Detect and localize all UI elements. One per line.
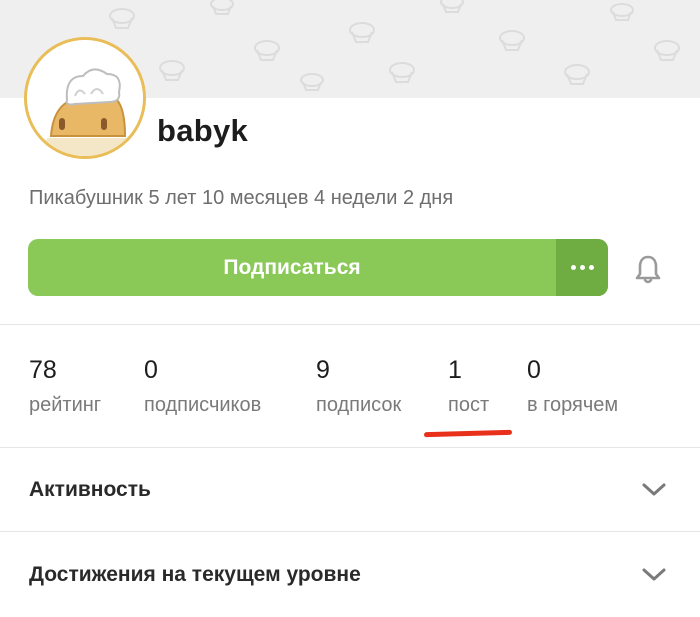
profile-tenure: Пикабушник 5 лет 10 месяцев 4 недели 2 д… <box>29 187 454 209</box>
avatar[interactable] <box>24 37 146 159</box>
stat-subscribers[interactable]: 0 подписчиков <box>144 355 261 417</box>
stat-value: 0 <box>144 356 158 384</box>
section-title: Достижения на текущем уровне <box>29 563 361 586</box>
stat-label: пост <box>448 394 490 416</box>
subscribe-button[interactable]: Подписаться <box>28 239 608 296</box>
stat-label: подписчиков <box>144 394 262 416</box>
stat-label: рейтинг <box>29 394 102 416</box>
more-options-button[interactable] <box>556 239 608 296</box>
subscribe-button-label: Подписаться <box>223 256 361 279</box>
chef-muffin-avatar <box>27 40 143 156</box>
bell-icon[interactable] <box>632 253 664 285</box>
chevron-down-icon <box>642 568 666 581</box>
stat-posts[interactable]: 1 пост <box>448 355 489 417</box>
stat-value: 1 <box>448 356 462 384</box>
stat-value: 9 <box>316 356 330 384</box>
stat-value: 78 <box>29 356 57 384</box>
section-achievements[interactable]: Достижения на текущем уровне <box>0 532 700 617</box>
more-dots-icon <box>588 265 594 270</box>
stat-rating[interactable]: 78 рейтинг <box>29 355 101 417</box>
highlight-underline <box>423 429 513 438</box>
more-dots-icon <box>570 265 576 270</box>
section-activity[interactable]: Активность <box>0 448 700 533</box>
stat-label: подписок <box>316 394 402 416</box>
stat-value: 0 <box>527 356 541 384</box>
stat-hot[interactable]: 0 в горячем <box>527 355 618 417</box>
profile-username: babyk <box>157 113 249 148</box>
more-dots-icon <box>579 265 585 270</box>
stat-label: в горячем <box>527 394 619 416</box>
stat-subscriptions[interactable]: 9 подписок <box>316 355 401 417</box>
chevron-down-icon <box>642 483 666 496</box>
section-title: Активность <box>29 478 151 501</box>
divider <box>0 324 700 325</box>
